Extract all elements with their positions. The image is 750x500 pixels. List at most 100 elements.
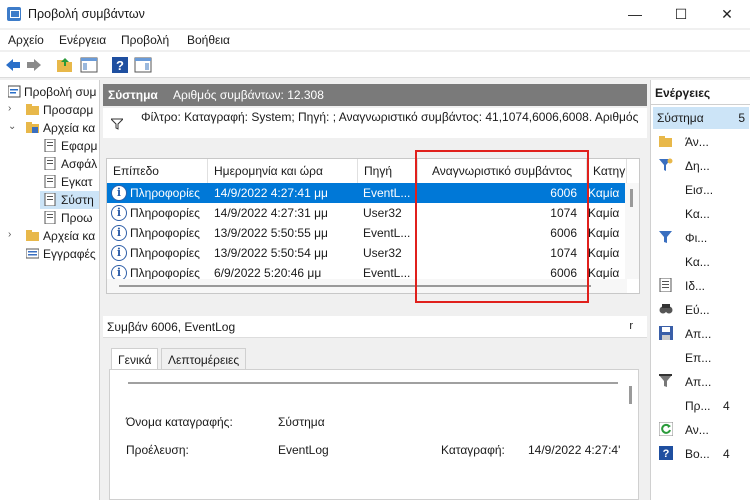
action-save-filter[interactable]: Απ... xyxy=(651,370,750,394)
information-icon: i xyxy=(111,225,127,241)
save-icon xyxy=(659,326,673,340)
create-view-icon xyxy=(659,158,673,171)
minimize-button[interactable]: — xyxy=(612,0,658,28)
grid-vertical-scrollbar[interactable] xyxy=(625,183,639,279)
scrollbar-thumb[interactable] xyxy=(119,285,591,287)
event-count: Αριθμός συμβάντων: 12.308 xyxy=(173,88,324,102)
event-row[interactable]: i Πληροφορίες 13/9/2022 5:50:54 μμ User3… xyxy=(107,243,625,263)
action-create-custom-view[interactable]: Δη... xyxy=(651,154,750,178)
action-clear-log[interactable]: Κα... xyxy=(651,202,750,226)
column-header-date-time[interactable]: Ημερομηνία και ώρα xyxy=(208,159,358,183)
forward-arrow-icon[interactable] xyxy=(25,56,43,74)
tree-item-windows-logs[interactable]: ⌄ Αρχεία κα xyxy=(0,119,99,137)
event-row[interactable]: i Πληροφορίες 14/9/2022 4:27:31 μμ User3… xyxy=(107,203,625,223)
source-value: EventLog xyxy=(278,443,329,457)
tree-item-applications-services-logs[interactable]: › Αρχεία κα xyxy=(0,227,99,245)
submenu-arrow-icon: 4 xyxy=(723,447,730,461)
menu-bar: Αρχείο Ενέργεια Προβολή Βοήθεια xyxy=(0,30,750,50)
find-icon xyxy=(659,304,673,314)
refresh-icon xyxy=(659,422,673,436)
events-grid: Επίπεδο Ημερομηνία και ώρα Πηγή Αναγνωρι… xyxy=(106,158,640,294)
log-icon xyxy=(44,139,56,152)
log-name: Σύστημα xyxy=(108,88,158,102)
action-help[interactable]: ? Βο... 4 xyxy=(651,442,750,466)
expand-chevron-icon[interactable]: › xyxy=(8,229,18,240)
event-row[interactable]: i Πληροφορίες 13/9/2022 5:50:55 μμ Event… xyxy=(107,223,625,243)
log-icon xyxy=(44,157,56,170)
collapse-chevron-icon[interactable]: ⌄ xyxy=(8,121,18,132)
action-save-all-events[interactable]: Απ... xyxy=(651,322,750,346)
back-arrow-icon[interactable] xyxy=(4,56,22,74)
help-icon[interactable]: ? xyxy=(111,56,129,74)
event-viewer-icon xyxy=(8,85,21,98)
column-header-source[interactable]: Πηγή xyxy=(358,159,418,183)
tab-general[interactable]: Γενικά xyxy=(111,348,159,370)
column-header-level[interactable]: Επίπεδο xyxy=(107,159,208,183)
action-import-custom-view[interactable]: Εισ... xyxy=(651,178,750,202)
menu-view[interactable]: Προβολή xyxy=(121,33,169,47)
properties-icon xyxy=(659,278,672,292)
subscriptions-icon xyxy=(26,248,39,259)
tree-item-forwarded-events[interactable]: Προω xyxy=(0,209,99,227)
tree-item-setup[interactable]: Εγκατ xyxy=(0,173,99,191)
menu-help[interactable]: Βοήθεια xyxy=(187,33,230,47)
action-attach-task[interactable]: Επ... xyxy=(651,346,750,370)
collapse-arrow-icon[interactable]: 5 xyxy=(738,111,745,125)
show-hide-tree-icon[interactable] xyxy=(80,56,98,74)
tree-item-event-viewer-local[interactable]: Προβολή συμ xyxy=(0,83,99,101)
maximize-button[interactable]: ☐ xyxy=(658,0,704,28)
folder-icon xyxy=(26,122,39,133)
detail-close-button[interactable]: r xyxy=(629,320,633,332)
expand-chevron-icon[interactable]: › xyxy=(8,103,18,114)
action-find[interactable]: Εύ... xyxy=(651,298,750,322)
tree-item-security[interactable]: Ασφάλ xyxy=(0,155,99,173)
logged-label: Καταγραφή: xyxy=(441,443,505,457)
divider xyxy=(651,104,750,105)
menu-file[interactable]: Αρχείο xyxy=(8,33,44,47)
action-open-saved-log[interactable]: Άν... xyxy=(651,130,750,154)
title-bar: Προβολή συμβάντων — ☐ ✕ xyxy=(0,0,750,28)
tree-item-custom-views[interactable]: › Προσαρμ xyxy=(0,101,99,119)
log-header-bar: Σύστημα Αριθμός συμβάντων: 12.308 xyxy=(103,84,647,106)
actions-pane: Ενέργειες Σύστημα 5 Άν... Δη... Εισ... Κ… xyxy=(650,80,750,500)
log-name-value: Σύστημα xyxy=(278,415,325,429)
toolbar: ? xyxy=(0,52,750,78)
close-button[interactable]: ✕ xyxy=(704,0,750,28)
description-scrollbar[interactable] xyxy=(629,386,632,404)
submenu-arrow-icon: 4 xyxy=(723,399,730,413)
action-filter-current-log[interactable]: Φι... xyxy=(651,226,750,250)
folder-icon xyxy=(26,230,39,241)
action-properties[interactable]: Ιδ... xyxy=(651,274,750,298)
show-hide-action-pane-icon[interactable] xyxy=(134,56,152,74)
action-refresh[interactable]: Αν... xyxy=(651,418,750,442)
up-folder-icon[interactable] xyxy=(56,56,74,74)
column-header-category[interactable]: Κατηγ... xyxy=(587,159,627,183)
help-icon: ? xyxy=(659,446,673,460)
grid-horizontal-scrollbar[interactable] xyxy=(107,279,627,293)
clear-filter-icon xyxy=(659,374,672,387)
event-row[interactable]: i Πληροφορίες 14/9/2022 4:27:41 μμ Event… xyxy=(107,183,625,203)
console-tree: Προβολή συμ › Προσαρμ ⌄ Αρχεία κα Εφαρμ … xyxy=(0,80,100,500)
tree-item-subscriptions[interactable]: Εγγραφές xyxy=(0,245,99,263)
tab-details[interactable]: Λεπτομέρειες xyxy=(161,348,247,370)
action-clear-filter[interactable]: Κα... xyxy=(651,250,750,274)
window-title: Προβολή συμβάντων xyxy=(28,7,145,21)
actions-section-system[interactable]: Σύστημα 5 xyxy=(653,107,749,129)
information-icon: i xyxy=(111,245,127,261)
event-detail-title: Συμβάν 6006, EventLog xyxy=(107,320,236,334)
log-name-label: Όνομα καταγραφής: xyxy=(126,415,233,429)
menu-action[interactable]: Ενέργεια xyxy=(59,33,106,47)
tree-item-application[interactable]: Εφαρμ xyxy=(0,137,99,155)
filter-description: Φίλτρο: Καταγραφή: System; Πηγή: ; Αναγν… xyxy=(141,110,639,124)
svg-text:?: ? xyxy=(663,448,670,460)
general-tab-panel: Όνομα καταγραφής: Σύστημα Προέλευση: Eve… xyxy=(109,369,639,500)
filter-icon xyxy=(659,231,672,243)
svg-text:?: ? xyxy=(116,58,124,73)
scrollbar-thumb[interactable] xyxy=(630,189,633,207)
tree-item-system[interactable]: Σύστη xyxy=(40,191,99,209)
event-detail-header: Συμβάν 6006, EventLog r xyxy=(103,316,647,338)
open-folder-icon xyxy=(659,136,672,147)
column-header-event-id[interactable]: Αναγνωριστικό συμβάντος xyxy=(418,159,587,183)
description-box-border xyxy=(128,382,618,384)
action-view[interactable]: Πρ... 4 xyxy=(651,394,750,418)
